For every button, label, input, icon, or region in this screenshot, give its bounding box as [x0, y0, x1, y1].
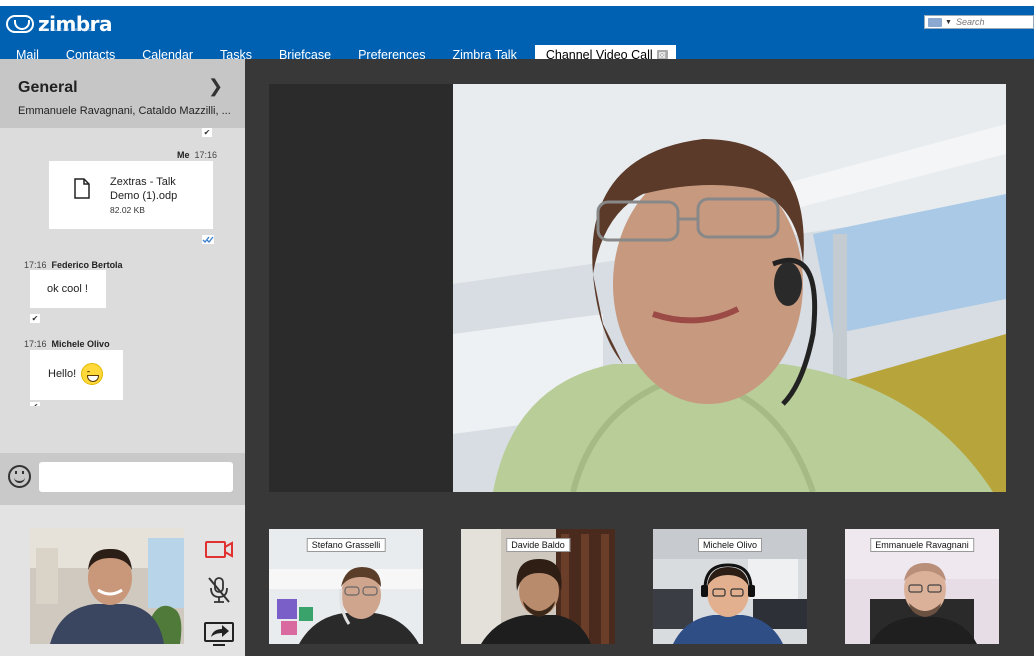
- participant-name: Davide Baldo: [506, 538, 570, 552]
- participant-tile[interactable]: Emmanuele Ravagnani: [845, 529, 999, 644]
- message-list[interactable]: ✔ Me 17:16 Zextras - Talk Demo (1).odp 8…: [0, 128, 245, 453]
- search-box[interactable]: ▼: [924, 15, 1034, 29]
- message-composer: [0, 453, 245, 505]
- mail-icon[interactable]: [928, 17, 942, 27]
- message-bubble: ok cool !: [30, 270, 106, 308]
- check-icon: ✔: [202, 128, 212, 137]
- file-size: 82.02 KB: [110, 205, 145, 215]
- participant-tile[interactable]: Stefano Grasselli: [269, 529, 423, 644]
- self-view-panel: [0, 505, 245, 656]
- message-text: ok cool !: [47, 283, 88, 295]
- top-bar: zimbra A SYNACOR PRODUCT ▼ Mail Contacts…: [0, 6, 1034, 65]
- message-input[interactable]: [39, 462, 233, 492]
- main-video[interactable]: [453, 84, 1006, 492]
- video-camera-icon[interactable]: [203, 534, 235, 564]
- message-meta: Me 17:16: [177, 150, 218, 160]
- emoji-picker-icon[interactable]: [8, 465, 31, 488]
- logo-subtitle: A SYNACOR PRODUCT: [42, 27, 95, 32]
- chat-title: General: [18, 79, 78, 96]
- search-input[interactable]: [955, 17, 1026, 27]
- check-icon: ✔: [30, 402, 40, 406]
- message-meta: 17:16 Michele Olivo: [24, 339, 110, 349]
- zimbra-logo[interactable]: zimbra: [6, 12, 113, 36]
- chevron-down-icon[interactable]: ▼: [945, 19, 952, 26]
- participant-tile[interactable]: Michele Olivo: [653, 529, 807, 644]
- message-text: Hello!: [48, 368, 77, 380]
- message-meta: 17:16 Federico Bertola: [24, 260, 123, 270]
- file-attachment[interactable]: Zextras - Talk Demo (1).odp 82.02 KB: [49, 161, 213, 229]
- chevron-right-icon[interactable]: ❯: [208, 76, 223, 97]
- chat-members: Emmanuele Ravagnani, Cataldo Mazzilli, .…: [18, 105, 231, 117]
- file-icon: [74, 178, 90, 199]
- participant-name: Michele Olivo: [697, 538, 763, 552]
- zimbra-logo-icon: [6, 15, 34, 33]
- grinning-face-icon: [81, 363, 103, 385]
- participant-name: Stefano Grasselli: [306, 538, 386, 552]
- message-bubble: Hello!: [30, 350, 123, 400]
- app-window: zimbra A SYNACOR PRODUCT ▼ Mail Contacts…: [0, 0, 1034, 656]
- screen-share-icon[interactable]: [203, 618, 235, 648]
- file-name: Zextras - Talk Demo (1).odp: [110, 176, 178, 202]
- double-check-icon: [202, 235, 214, 244]
- microphone-muted-icon[interactable]: [203, 575, 235, 605]
- self-video: [30, 528, 184, 644]
- chat-header[interactable]: General ❯ Emmanuele Ravagnani, Cataldo M…: [0, 59, 245, 128]
- check-icon: ✔: [30, 314, 40, 323]
- participant-name: Emmanuele Ravagnani: [870, 538, 974, 552]
- participant-tile[interactable]: Davide Baldo: [461, 529, 615, 644]
